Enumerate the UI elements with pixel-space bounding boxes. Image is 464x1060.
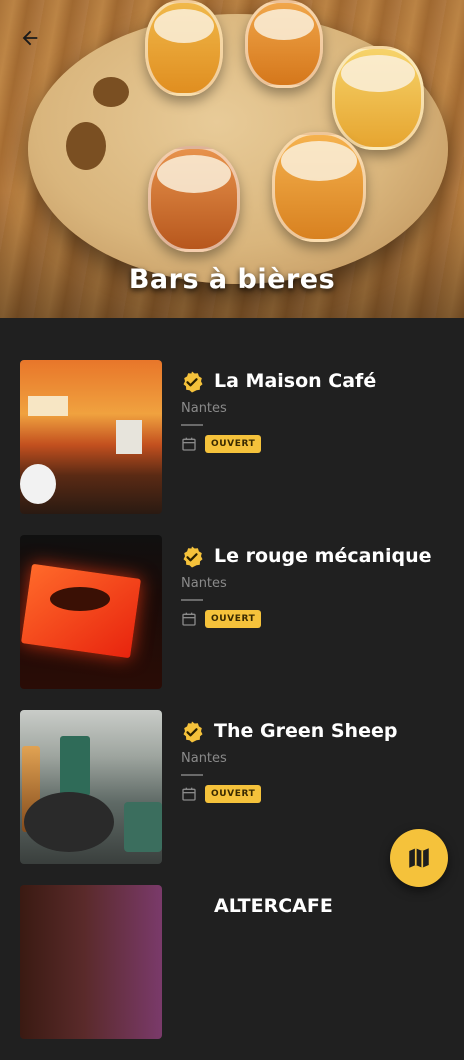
divider xyxy=(181,424,203,426)
beer-glass xyxy=(145,0,223,96)
calendar-icon xyxy=(182,787,196,801)
map-icon xyxy=(409,848,429,868)
bar-name: The Green Sheep xyxy=(214,720,398,742)
bar-photo xyxy=(20,885,162,1039)
board-hole xyxy=(93,77,129,107)
list-item[interactable]: La Maison Café Nantes OUVERT xyxy=(0,360,464,535)
status-badge: OUVERT xyxy=(205,435,262,453)
bar-name: ALTERCAFE xyxy=(214,895,333,917)
bar-city: Nantes xyxy=(181,751,227,766)
verified-icon xyxy=(183,721,203,743)
calendar-icon xyxy=(182,612,196,626)
bar-city: Nantes xyxy=(181,401,227,416)
bar-photo xyxy=(20,535,162,689)
arrow-left-icon xyxy=(22,30,38,46)
beer-glass xyxy=(148,146,240,252)
beer-glass xyxy=(245,0,323,88)
calendar-icon xyxy=(182,437,196,451)
bar-name: La Maison Café xyxy=(214,370,377,392)
verified-icon xyxy=(183,371,203,393)
map-button[interactable] xyxy=(390,829,448,887)
divider xyxy=(181,774,203,776)
divider xyxy=(181,599,203,601)
list-item[interactable]: ALTERCAFE xyxy=(0,885,464,1060)
verified-icon xyxy=(183,546,203,568)
back-button[interactable] xyxy=(16,24,44,52)
list-item[interactable]: Le rouge mécanique Nantes OUVERT xyxy=(0,535,464,710)
hero-image: Bars à bières xyxy=(0,0,464,318)
bar-city: Nantes xyxy=(181,576,227,591)
bar-name: Le rouge mécanique xyxy=(214,545,432,567)
bar-photo xyxy=(20,360,162,514)
page-title: Bars à bières xyxy=(128,264,336,295)
bar-photo xyxy=(20,710,162,864)
bar-list[interactable]: La Maison Café Nantes OUVERT Le rouge mé… xyxy=(0,360,464,1060)
beer-glass xyxy=(272,132,366,242)
beer-glass xyxy=(332,46,424,150)
status-badge: OUVERT xyxy=(205,785,262,803)
board-hole xyxy=(66,122,106,170)
status-badge: OUVERT xyxy=(205,610,262,628)
